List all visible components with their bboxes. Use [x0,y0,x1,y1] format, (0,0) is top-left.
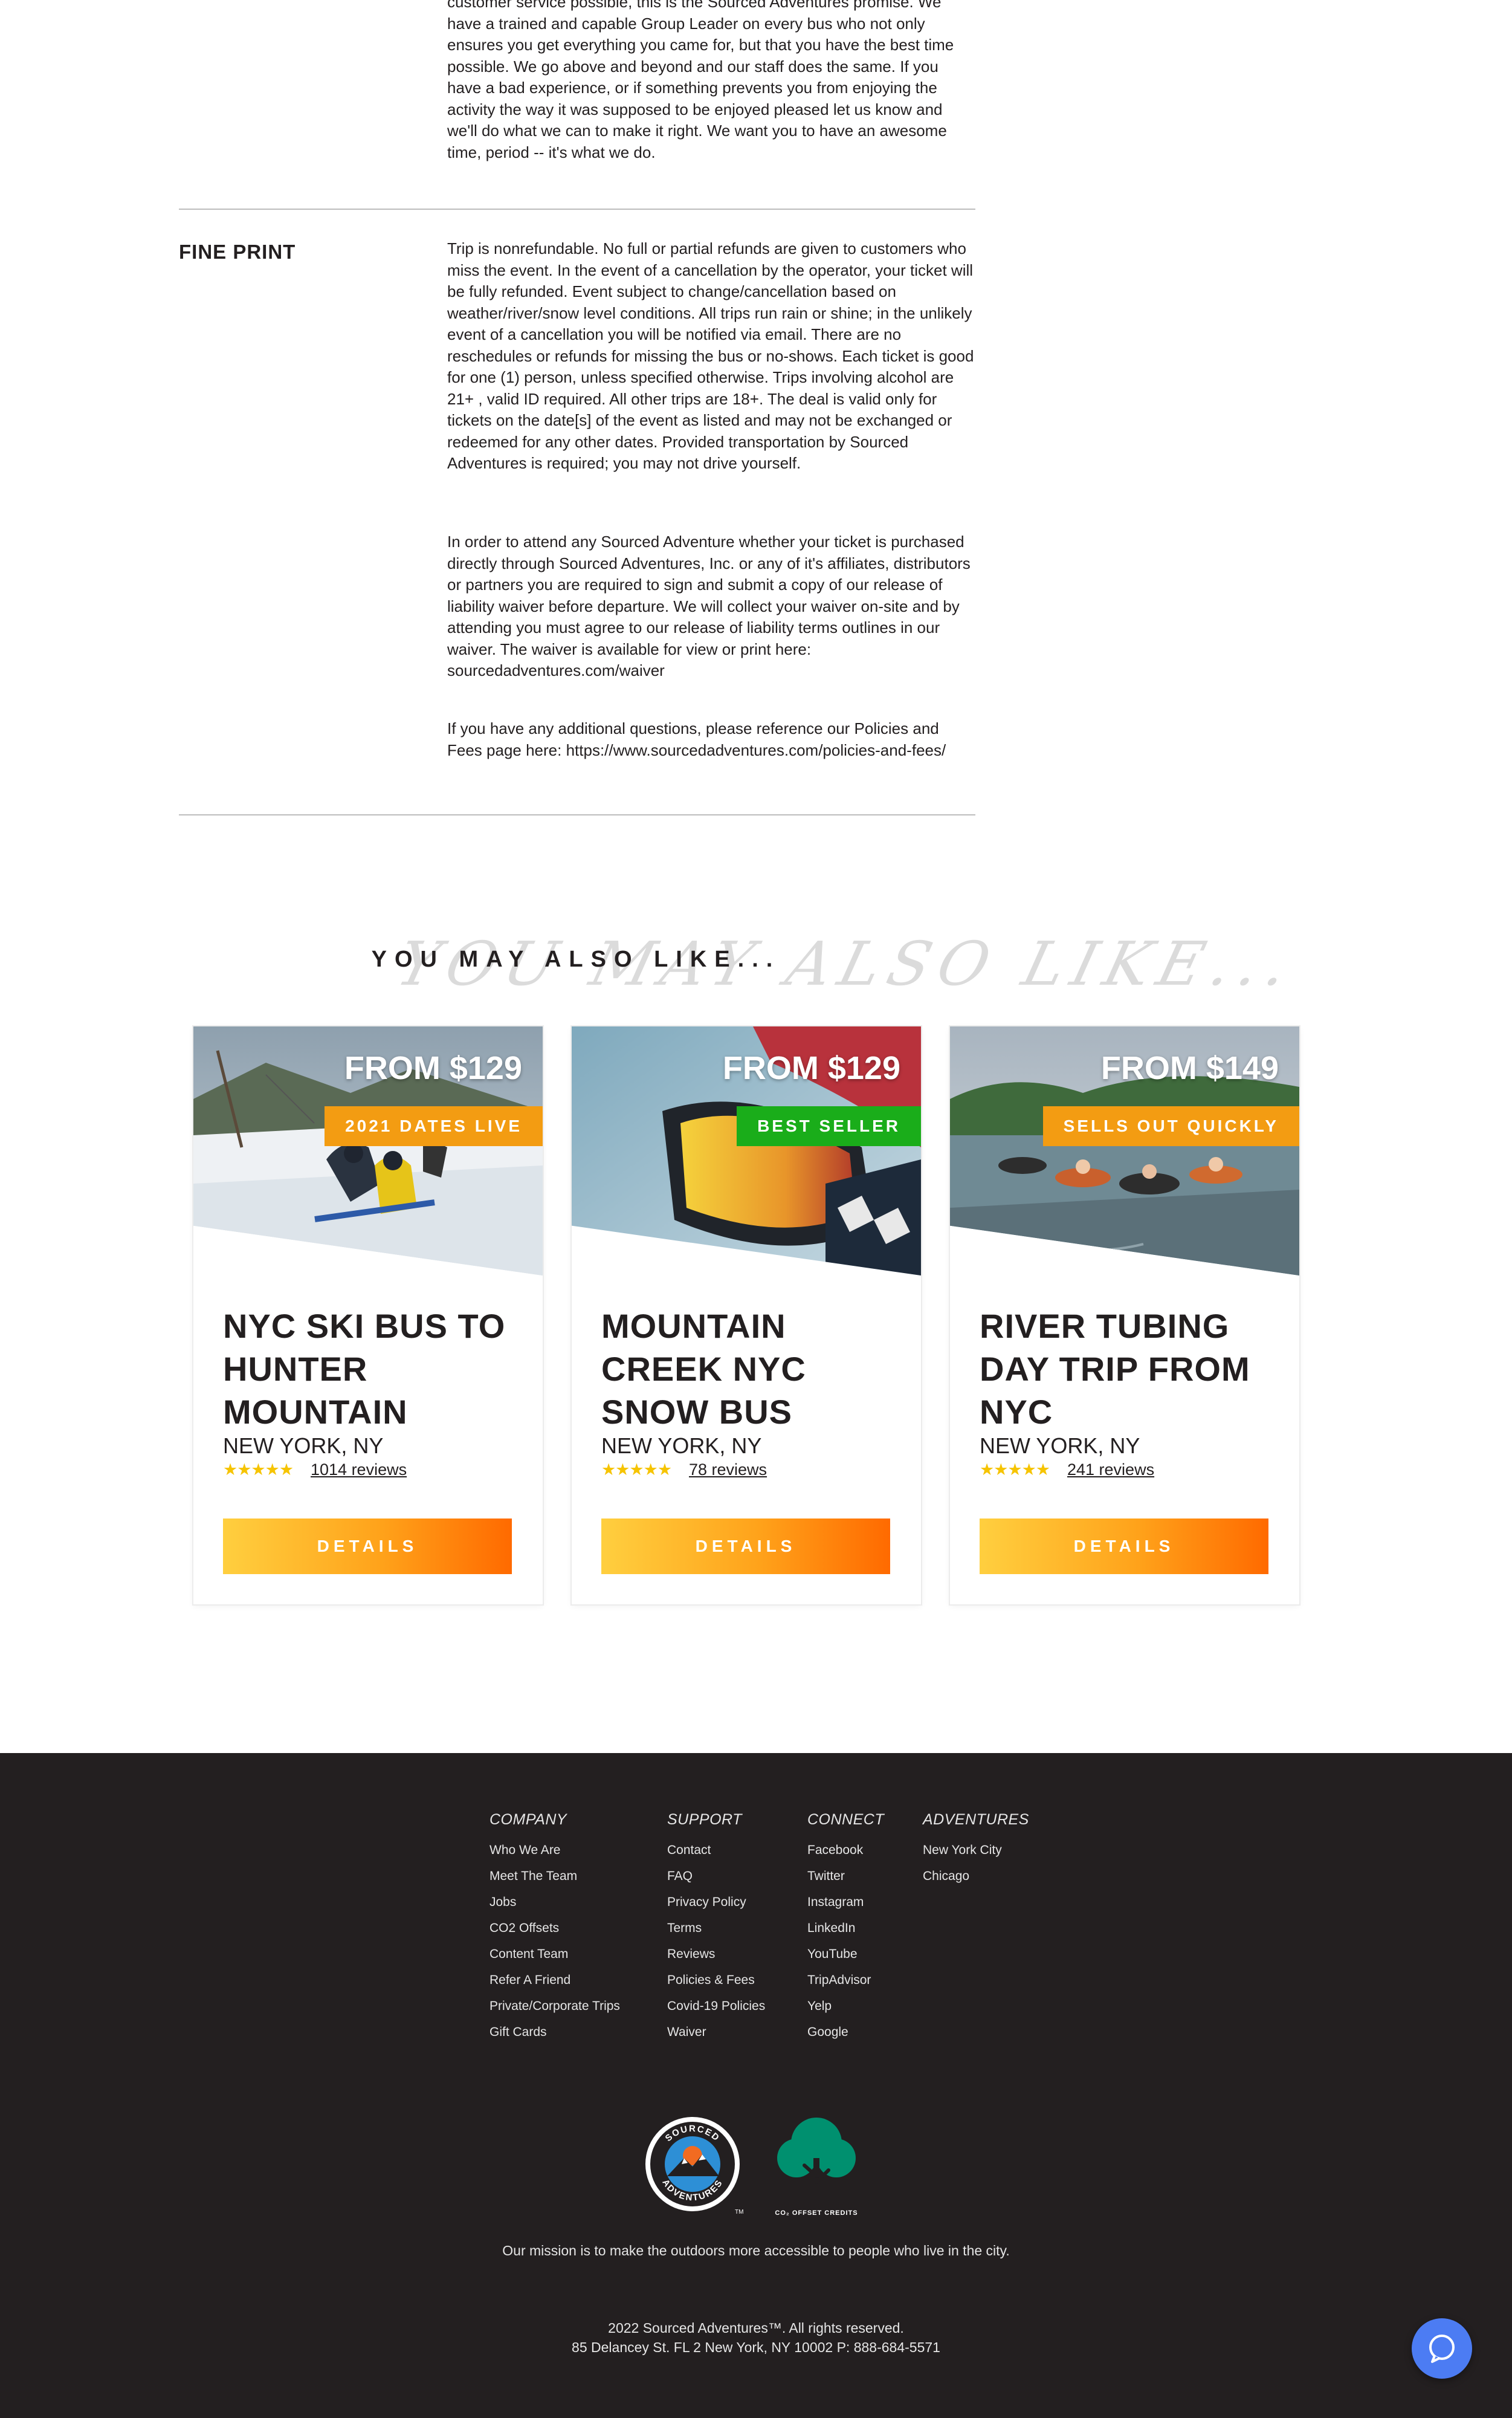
footer-column-heading: CONNECT [807,1811,885,1828]
section-heading: YOU MAY ALSO LIKE... [371,947,781,972]
footer-link[interactable]: Gift Cards [489,2019,620,2045]
logo-tm: TM [735,2209,743,2215]
details-button[interactable]: DETAILS [980,1519,1268,1574]
address: 85 Delancey St. FL 2 New York, NY 10002 … [572,2339,940,2355]
footer-link[interactable]: Facebook [807,1837,884,1863]
divider [179,814,975,815]
footer-link[interactable]: Google [807,2019,884,2045]
trip-card-image[interactable]: FROM $149 SELLS OUT QUICKLY [950,1026,1299,1275]
footer-link[interactable]: CO2 Offsets [489,1915,620,1941]
trip-price: FROM $149 [1100,1050,1279,1086]
footer-column-company: COMPANY Who We Are Meet The Team Jobs CO… [489,1811,620,2045]
footer-link[interactable]: Policies & Fees [667,1967,765,1993]
footer-link[interactable]: Private/Corporate Trips [489,1993,620,2019]
trip-card-ski-hunter[interactable]: FROM $129 2021 DATES LIVE NYC SKI BUS TO… [193,1026,543,1604]
trip-title[interactable]: RIVER TUBING DAY TRIP FROM NYC [980,1305,1282,1433]
star-rating-icon: ★★★★★ [980,1460,1050,1479]
divider [179,209,975,210]
trip-price: FROM $129 [722,1050,900,1086]
trip-title[interactable]: NYC SKI BUS TO HUNTER MOUNTAIN [223,1305,525,1433]
footer-link[interactable]: LinkedIn [807,1915,884,1941]
chat-bubble-icon [1429,2335,1455,2363]
footer-link[interactable]: Refer A Friend [489,1967,620,1993]
footer-column-heading: COMPANY [489,1811,567,1828]
footer-link[interactable]: Instagram [807,1889,884,1915]
fine-print-paragraph-1: Trip is nonrefundable. No full or partia… [447,239,974,472]
chat-button[interactable] [1412,2318,1472,2379]
footer-link[interactable]: Yelp [807,1993,884,2019]
footer-link[interactable]: Twitter [807,1863,884,1889]
footer-link[interactable]: Meet The Team [489,1863,620,1889]
footer-column-connect: CONNECT Facebook Twitter Instagram Linke… [807,1811,884,2045]
mission-statement: Our mission is to make the outdoors more… [502,2243,1010,2258]
footer-link[interactable]: Waiver [667,2019,765,2045]
footer-link[interactable]: Contact [667,1837,765,1863]
star-rating-icon: ★★★★★ [223,1460,294,1479]
footer-column-support: SUPPORT Contact FAQ Privacy Policy Terms… [667,1811,765,2045]
footer-link[interactable]: YouTube [807,1941,884,1967]
trip-badge: SELLS OUT QUICKLY [1042,1106,1299,1146]
footer-link[interactable]: Privacy Policy [667,1889,765,1915]
trip-card-image[interactable]: FROM $129 BEST SELLER [572,1026,921,1275]
footer-link[interactable]: FAQ [667,1863,765,1889]
trip-title[interactable]: MOUNTAIN CREEK NYC SNOW BUS [601,1305,903,1433]
footer-link[interactable]: Chicago [923,1863,1029,1889]
footer-column-adventures: ADVENTURES New York City Chicago [923,1811,1029,1889]
footer-link[interactable]: Terms [667,1915,765,1941]
fine-print-paragraph-3: If you have any additional questions, pl… [447,719,946,759]
reviews-link[interactable]: 78 reviews [689,1460,767,1479]
footer-link[interactable]: TripAdvisor [807,1967,884,1993]
tree-icon[interactable]: CO₂ OFFSET CREDITS [771,2110,862,2225]
trip-location: NEW YORK, NY [223,1433,384,1458]
footer-link[interactable]: Reviews [667,1941,765,1967]
trip-location: NEW YORK, NY [980,1433,1140,1458]
reviews-link[interactable]: 1014 reviews [311,1460,407,1479]
details-button[interactable]: DETAILS [223,1519,512,1574]
copyright: 2022 Sourced Adventures™. All rights res… [608,2320,904,2336]
trip-badge: 2021 DATES LIVE [325,1106,543,1146]
fine-print-heading: FINE PRINT [179,241,296,263]
footer-link[interactable]: New York City [923,1837,1029,1863]
trip-price: FROM $129 [344,1050,522,1086]
trip-card-mountain-creek[interactable]: FROM $129 BEST SELLER MOUNTAIN CREEK NYC… [572,1026,921,1604]
trip-card-image[interactable]: FROM $129 2021 DATES LIVE [193,1026,543,1275]
details-button[interactable]: DETAILS [601,1519,890,1574]
footer-column-heading: ADVENTURES [923,1811,1029,1828]
footer-link[interactable]: Jobs [489,1889,620,1915]
footer-link[interactable]: Who We Are [489,1837,620,1863]
star-rating-icon: ★★★★★ [601,1460,672,1479]
guarantee-paragraph: customer service possible, this is the S… [447,0,954,161]
trip-card-river-tubing[interactable]: FROM $149 SELLS OUT QUICKLY RIVER TUBING… [950,1026,1299,1604]
sourced-adventures-logo[interactable]: SOURCED ADVENTURES TM [644,2116,747,2219]
site-footer: COMPANY Who We Are Meet The Team Jobs CO… [0,1753,1512,2418]
trip-badge: BEST SELLER [737,1106,921,1146]
reviews-link[interactable]: 241 reviews [1067,1460,1154,1479]
trip-location: NEW YORK, NY [601,1433,762,1458]
offset-credits-label: CO₂ OFFSET CREDITS [775,2209,858,2217]
footer-link[interactable]: Content Team [489,1941,620,1967]
footer-column-heading: SUPPORT [667,1811,742,1828]
fine-print-paragraph-2: In order to attend any Sourced Adventure… [447,533,971,679]
footer-link[interactable]: Covid-19 Policies [667,1993,765,2019]
